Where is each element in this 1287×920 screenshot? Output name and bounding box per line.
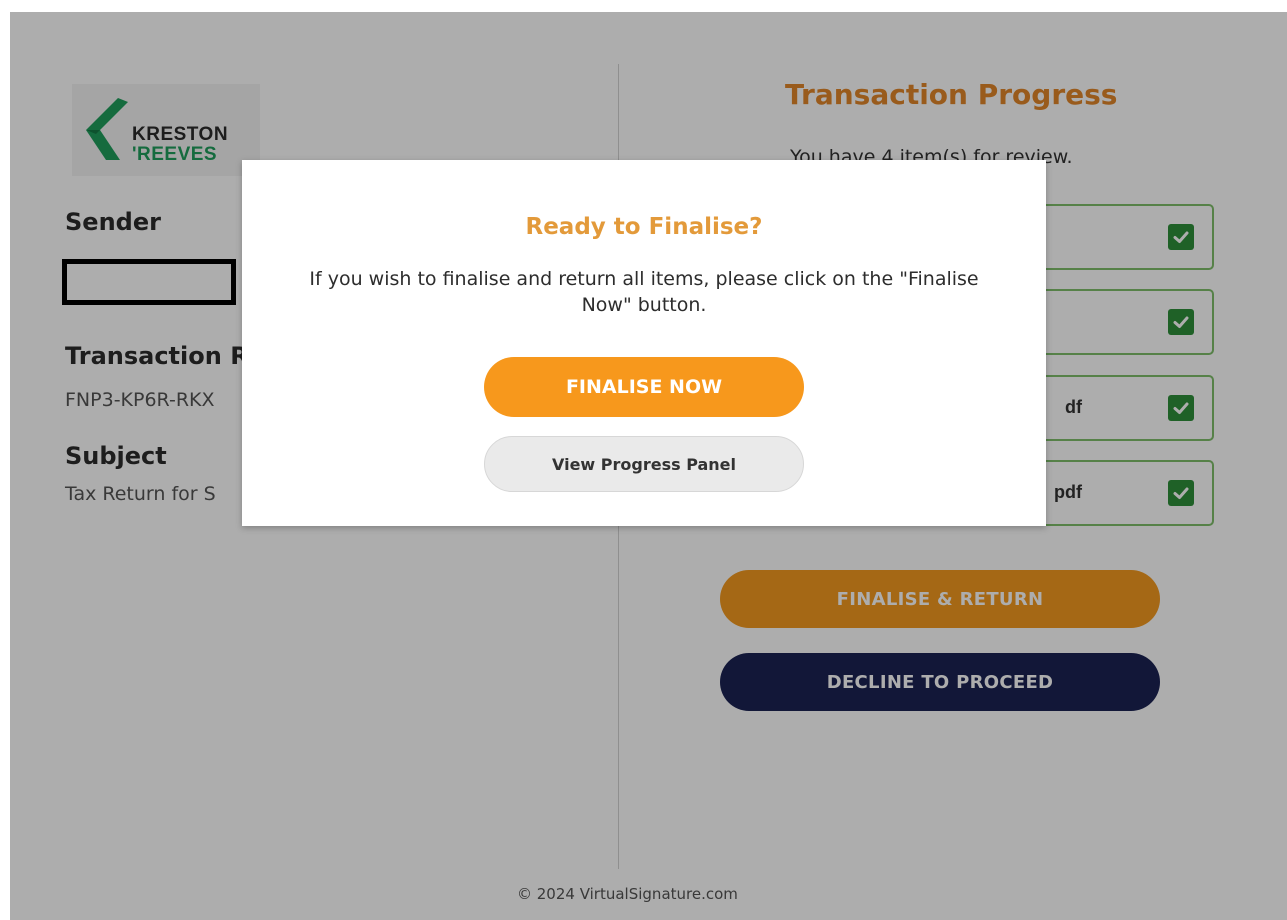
page-left-margin xyxy=(0,0,10,920)
finalise-modal: Ready to Finalise? If you wish to finali… xyxy=(242,160,1046,526)
page-top-margin xyxy=(0,0,1287,12)
modal-title: Ready to Finalise? xyxy=(525,214,763,240)
view-progress-panel-button[interactable]: View Progress Panel xyxy=(484,436,804,492)
modal-message: If you wish to finalise and return all i… xyxy=(309,268,979,316)
finalise-now-button[interactable]: FINALISE NOW xyxy=(484,357,804,417)
